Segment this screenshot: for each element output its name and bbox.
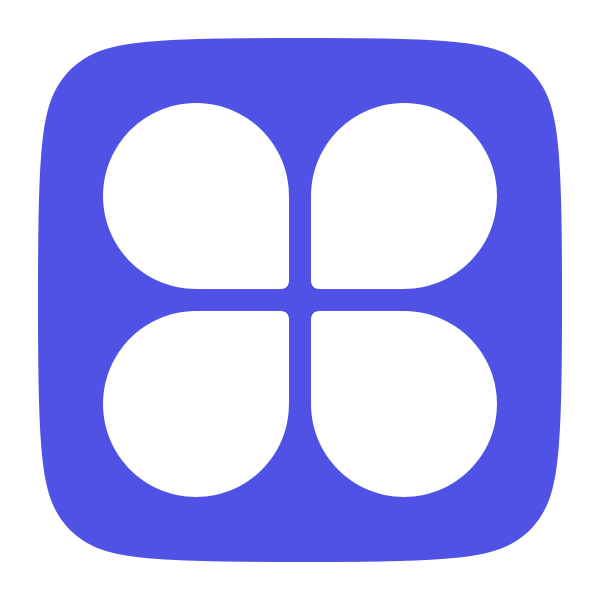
app-icon <box>38 38 562 562</box>
app-icon-background <box>38 38 562 562</box>
petal-top-left <box>103 103 289 289</box>
petal-bottom-right <box>311 311 497 497</box>
petal-top-right <box>311 103 497 289</box>
canvas <box>0 0 600 600</box>
petal-bottom-left <box>103 311 289 497</box>
